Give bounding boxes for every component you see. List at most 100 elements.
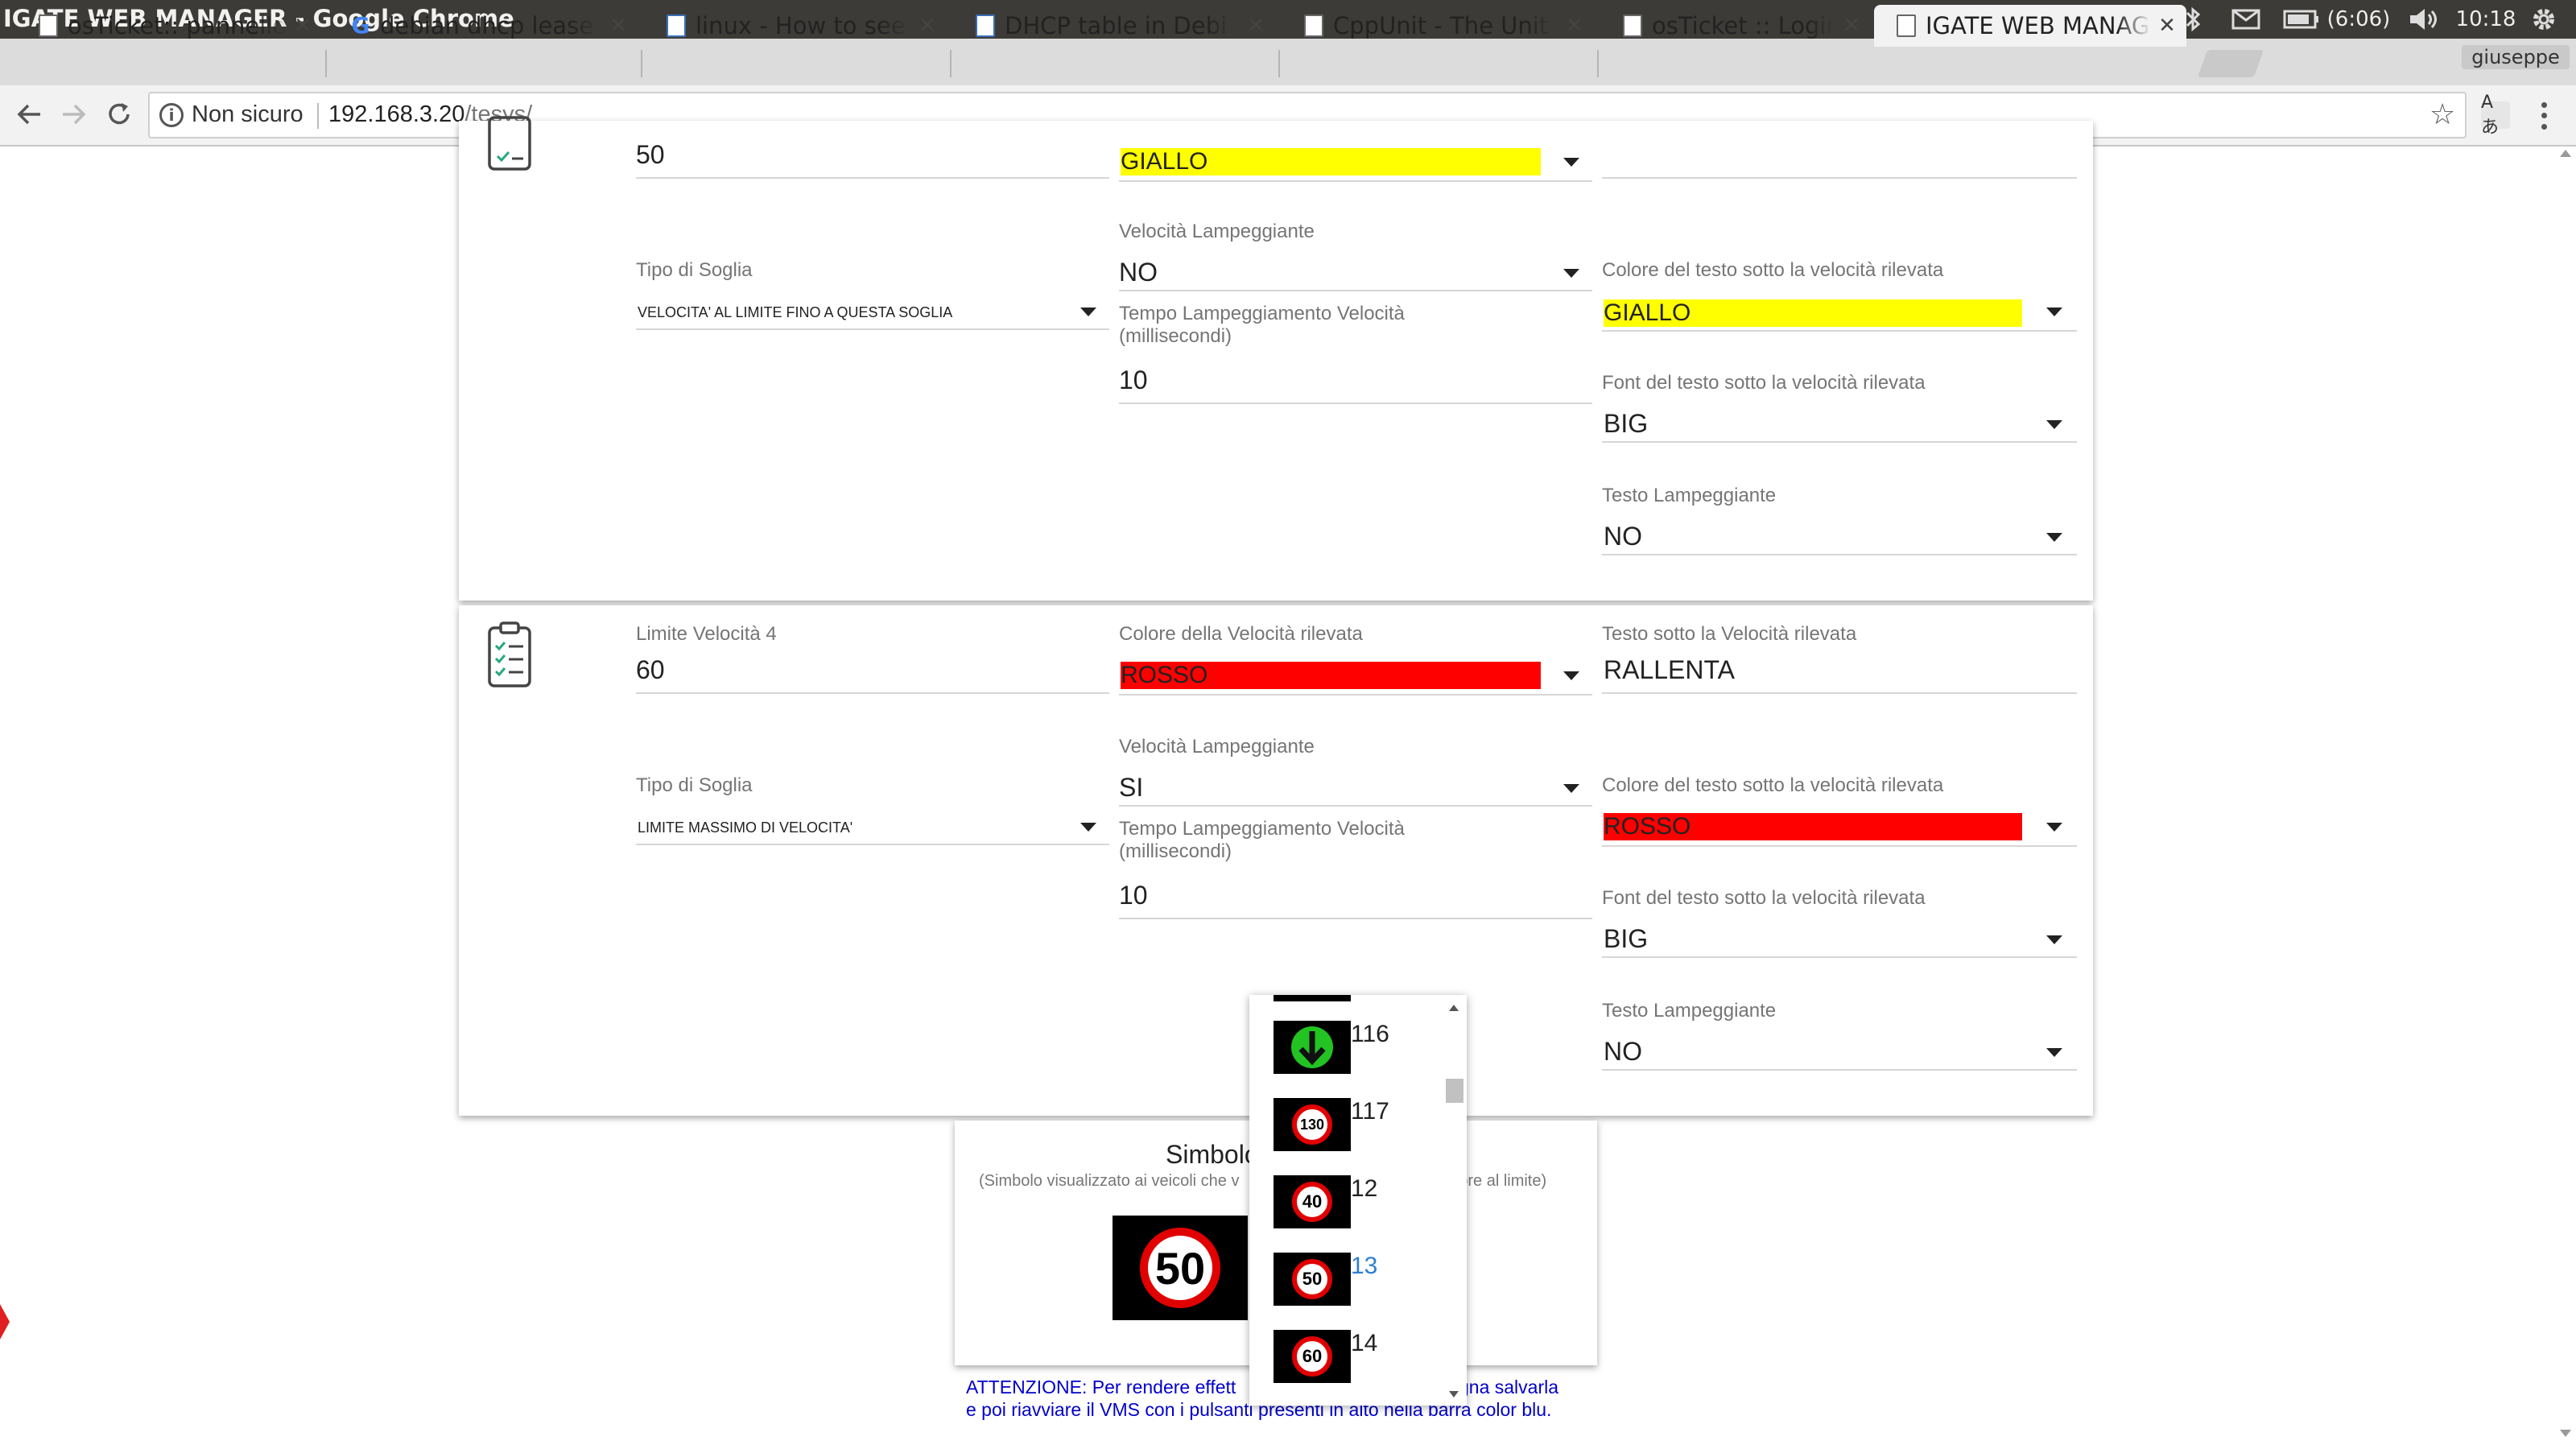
tipo-soglia-select[interactable]: LIMITE MASSIMO DI VELOCITA' bbox=[638, 819, 852, 836]
chevron-down-icon[interactable] bbox=[1563, 158, 1579, 167]
bookmark-star-icon[interactable]: ☆ bbox=[2429, 98, 2455, 131]
scroll-down-arrow[interactable] bbox=[1449, 1391, 1459, 1397]
tipo-soglia-underline bbox=[636, 328, 1109, 330]
lampeggiante-select[interactable]: NO bbox=[1119, 258, 1158, 287]
dropdown-item[interactable]: 40 12 bbox=[1274, 1175, 1451, 1248]
tab-label: IGATE WEB MANAG bbox=[1926, 12, 2150, 39]
page-icon bbox=[1623, 14, 1642, 37]
speed-value[interactable]: 50 bbox=[636, 140, 665, 170]
testo-lampeggiante-label: Testo Lampeggiante bbox=[1602, 1000, 1777, 1022]
mail-icon[interactable] bbox=[2228, 3, 2264, 35]
testo-lampeggiante-select[interactable]: NO bbox=[1604, 522, 1642, 551]
font-select[interactable]: BIG bbox=[1604, 924, 1648, 954]
lampeggiante-label: Velocità Lampeggiante bbox=[1119, 736, 1315, 758]
tab-dhcp-table[interactable]: DHCP table in Debi ✕ bbox=[953, 5, 1275, 47]
speed-color-underline bbox=[1119, 180, 1592, 182]
menu-dots-icon[interactable] bbox=[2536, 100, 2552, 132]
limit-card-3 bbox=[459, 121, 2093, 601]
tab-label: osTicket :: Login Op bbox=[1652, 12, 1835, 39]
symbol-dropdown-list[interactable]: 116 130 117 40 12 50 13 60 14 bbox=[1249, 995, 1467, 1406]
close-icon[interactable]: ✕ bbox=[291, 14, 314, 38]
chevron-down-icon[interactable] bbox=[2046, 1048, 2062, 1057]
tab-igate-web-manager[interactable]: IGATE WEB MANAG ✕ bbox=[1874, 5, 2186, 47]
tempo-label-unit: (millisecondi) bbox=[1119, 840, 1232, 862]
limite-label: Limite Velocità 4 bbox=[636, 623, 777, 645]
tab-debian-dhcp[interactable]: G debian dhcp lease f ✕ bbox=[328, 5, 638, 47]
dropdown-item[interactable]: 130 117 bbox=[1274, 1098, 1451, 1170]
colore-select[interactable]: ROSSO bbox=[1121, 662, 1541, 689]
tab-osticket-login[interactable]: osTicket :: Login Op ✕ bbox=[1600, 5, 1871, 47]
limite-underline bbox=[636, 692, 1109, 694]
gear-icon[interactable] bbox=[2526, 3, 2562, 35]
warning-line-1-right: gna salvarla bbox=[1459, 1377, 1559, 1397]
scroll-thumb[interactable] bbox=[1446, 1079, 1463, 1103]
speed-sign-50-image[interactable]: 50 bbox=[1113, 1216, 1248, 1320]
colore-underline bbox=[1119, 694, 1592, 696]
dropdown-item-number: 116 bbox=[1351, 1021, 1389, 1047]
back-button[interactable] bbox=[10, 95, 48, 134]
colore-testo-select[interactable]: ROSSO bbox=[1604, 813, 2022, 840]
testo-value[interactable]: RALLENTA bbox=[1604, 655, 1735, 685]
new-tab-button[interactable] bbox=[2197, 50, 2264, 77]
font-select[interactable]: BIG bbox=[1604, 409, 1648, 439]
speed-color-select[interactable]: GIALLO bbox=[1121, 148, 1541, 175]
tipo-soglia-label: Tipo di Soglia bbox=[636, 774, 753, 796]
page-icon bbox=[1304, 14, 1323, 37]
dropdown-item[interactable]: 116 bbox=[1274, 1021, 1451, 1093]
limite-value[interactable]: 60 bbox=[636, 655, 665, 685]
dropdown-item[interactable]: 60 14 bbox=[1274, 1330, 1451, 1402]
close-icon[interactable]: ✕ bbox=[2156, 14, 2178, 38]
volume-icon[interactable] bbox=[2405, 3, 2441, 35]
tab-linux-how-to[interactable]: linux - How to see w ✕ bbox=[644, 5, 947, 47]
profile-button[interactable]: giuseppe bbox=[2462, 45, 2570, 69]
chevron-down-icon[interactable] bbox=[2046, 420, 2062, 429]
chevron-down-icon[interactable] bbox=[2046, 308, 2062, 316]
lampeggiante-select[interactable]: SI bbox=[1119, 773, 1143, 803]
dropdown-item-number: 13 bbox=[1351, 1253, 1378, 1279]
scroll-up-arrow[interactable] bbox=[1449, 1005, 1459, 1011]
testo-lampeggiante-underline bbox=[1602, 554, 2077, 555]
tab-label: osTicket:: pannello bbox=[68, 12, 287, 39]
tab-label: debian dhcp lease f bbox=[380, 12, 602, 39]
colore-testo-select[interactable]: GIALLO bbox=[1604, 299, 2022, 327]
close-icon[interactable]: ✕ bbox=[1840, 14, 1863, 38]
page-scroll-down-arrow[interactable] bbox=[2560, 1430, 2571, 1437]
tab-cppunit[interactable]: CppUnit - The Unit ✕ bbox=[1282, 5, 1594, 47]
dropdown-scrollbar[interactable] bbox=[1443, 995, 1467, 1406]
colore-testo-underline bbox=[1602, 330, 2077, 332]
close-icon[interactable]: ✕ bbox=[607, 14, 630, 38]
close-icon[interactable]: ✕ bbox=[1563, 14, 1586, 38]
chevron-down-icon[interactable] bbox=[1563, 784, 1579, 793]
close-icon[interactable]: ✕ bbox=[1245, 14, 1267, 38]
tempo-underline bbox=[1119, 918, 1592, 919]
tipo-soglia-select[interactable]: VELOCITA' AL LIMITE FINO A QUESTA SOGLIA bbox=[638, 304, 952, 321]
tab-osticket-pannello[interactable]: osTicket:: pannello ✕ bbox=[16, 5, 322, 47]
security-label[interactable]: Non sicuro bbox=[192, 101, 303, 128]
info-icon[interactable]: i bbox=[159, 103, 184, 127]
chevron-down-icon[interactable] bbox=[1080, 308, 1096, 316]
speed-sign-40-icon: 40 bbox=[1274, 1175, 1351, 1228]
chevron-down-icon[interactable] bbox=[1563, 269, 1579, 278]
red-marker bbox=[0, 1304, 10, 1340]
tempo-value[interactable]: 10 bbox=[1119, 881, 1148, 910]
sign-number: 60 bbox=[1292, 1336, 1332, 1377]
down-arrow-sign-icon bbox=[1274, 1021, 1351, 1074]
forward-button[interactable] bbox=[55, 95, 93, 134]
tipo-soglia-underline bbox=[636, 844, 1109, 845]
reload-button[interactable] bbox=[100, 95, 138, 134]
translate-icon[interactable]: Aあ bbox=[2481, 93, 2510, 138]
chevron-down-icon[interactable] bbox=[2046, 935, 2062, 944]
clock[interactable]: 10:18 bbox=[2454, 3, 2518, 35]
page-scroll-up-arrow[interactable] bbox=[2560, 150, 2571, 157]
bracket-icon bbox=[976, 14, 995, 37]
testo-lampeggiante-select[interactable]: NO bbox=[1604, 1037, 1642, 1067]
chevron-down-icon[interactable] bbox=[2046, 533, 2062, 542]
chevron-down-icon[interactable] bbox=[2046, 823, 2062, 832]
chevron-down-icon[interactable] bbox=[1563, 671, 1579, 680]
tempo-value[interactable]: 10 bbox=[1119, 365, 1148, 395]
chevron-down-icon[interactable] bbox=[1080, 823, 1096, 832]
tab-separator bbox=[325, 50, 327, 77]
dropdown-item-selected[interactable]: 50 13 bbox=[1274, 1253, 1451, 1325]
battery-icon[interactable] bbox=[2281, 3, 2322, 35]
close-icon[interactable]: ✕ bbox=[916, 14, 939, 38]
